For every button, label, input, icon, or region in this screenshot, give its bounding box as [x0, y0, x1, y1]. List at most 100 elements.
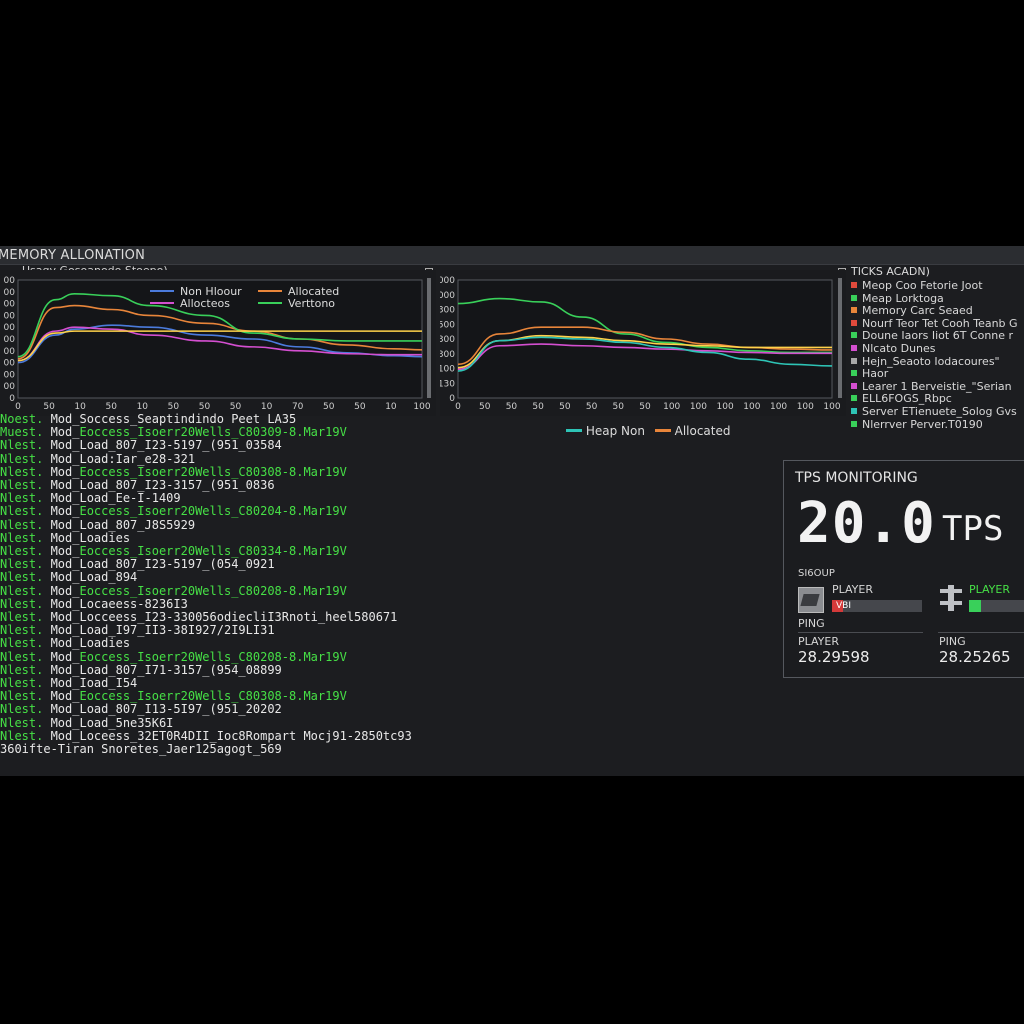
- log-line: Nlest. Mod_Eoccess_Isoerr20Wells_C80308-…: [0, 690, 347, 703]
- tick-legend-swatch: [851, 307, 857, 314]
- log-pre-text: Nlest.: [0, 438, 44, 453]
- divider-left: [798, 632, 923, 633]
- log-line: Nlest. Mod_Load:Iar_e28-321: [0, 451, 196, 466]
- tick-legend-label: Meap Lorktoga: [862, 291, 944, 305]
- tick-legend-item: Meap Lorktoga: [851, 292, 944, 305]
- log-hl-text: Eoccess_Isoerr20Wells_C80204-8.Mar19V: [79, 504, 347, 519]
- log-mid-text: Mod_Loadies: [43, 636, 131, 651]
- tick-legend-label: Haor: [862, 367, 889, 381]
- log-mid-text: Mod_: [43, 504, 80, 519]
- log-line: 360ifte-Tiran Snoretes_Jaer125agogt_569: [0, 743, 282, 756]
- right-chart-x-tick: 100: [690, 402, 707, 412]
- log-pre-text: Nlest.: [0, 583, 44, 598]
- log-line: Nlest. Mod_Load_807_I23-3157_(951_0836: [0, 479, 275, 492]
- log-line: Nlest. Mod_Locaeess-8236I3: [0, 597, 188, 611]
- tick-legend-item: Nlerrver Perver.T0190: [851, 418, 983, 431]
- player-badge: VBI: [836, 601, 851, 611]
- right-chart-panel: 1000100030050030030010013000505050505050…: [440, 270, 846, 416]
- log-pre-text: Nlest.: [0, 676, 44, 690]
- tick-legend-swatch: [851, 408, 857, 414]
- right-chart-x-tick: 50: [586, 402, 598, 412]
- tick-legend-item: Hejn_Seaoto Iodacoures": [851, 355, 1000, 368]
- left-chart-y-tick: 00: [4, 288, 16, 298]
- left-chart-y-tick: 00: [4, 311, 16, 321]
- left-chart-x-tick: 50: [354, 402, 366, 412]
- right-chart-y-tick: 1000: [440, 276, 455, 286]
- ping-label-left: PING: [798, 617, 825, 630]
- log-pre-text: Nlest.: [0, 649, 44, 664]
- log-mid-text: Mod_Load_I97_II3-38I927/2I9LI31: [43, 623, 275, 638]
- right-chart-legend: Heap Non Allocated: [566, 424, 730, 438]
- legend-label-heap: Heap Non: [585, 424, 645, 438]
- log-mid-text: Mod_Load_894: [43, 570, 138, 585]
- log-mid-text: Mod_: [43, 649, 80, 664]
- right-chart-x-tick: 0: [455, 402, 461, 412]
- log-line: Nlest. Mod_Eoccess_Isoerr20Wells_C80208-…: [0, 649, 347, 664]
- log-mid-text: Mod_Load_807_I13-5I97_(951_20202: [43, 702, 282, 717]
- log-line: Nlest. Mod_Eoccess_Isoerr20Wells_C80334-…: [0, 545, 347, 558]
- log-line: Nlest. Mod_Ioad_I54: [0, 677, 137, 690]
- log-mid-text: Mod_Load_807_I23-5197_(951_03584: [43, 438, 282, 453]
- right-memory-chart: 1000100030050030030010013000505050505050…: [440, 276, 841, 412]
- tick-legend-swatch: [851, 395, 857, 402]
- tick-legend-item: Nourf Teor Tet Cooh Teanb G: [851, 317, 1018, 330]
- tick-legend-label: Server ETienuete_Solog Gvs: [862, 405, 1017, 418]
- tick-legend-label: Hejn_Seaoto Iodacoures": [862, 354, 1000, 368]
- right-chart-y-tick: 300: [440, 350, 455, 360]
- log-line: Nlest. Mod_Load_894: [0, 571, 137, 584]
- right-chart-x-tick: 50: [532, 402, 544, 412]
- log-pre-text: Nlest.: [0, 689, 44, 704]
- log-line: Nlest. Mod_Loadies: [0, 637, 130, 650]
- log-mid-text: Mod_Loceess_32ET0R4DII_Ioc8Rompart Mocj9…: [43, 728, 412, 743]
- player-bar-left: VBI: [832, 600, 922, 612]
- log-mid-text: Mod_Load:Iar_e28-321: [43, 451, 196, 466]
- log-mid-text: Mod_Load_807_I23-3157_(951_0836: [43, 478, 275, 492]
- tick-legend-swatch: [851, 357, 857, 364]
- log-mid-text: Mod_Loadies: [43, 530, 131, 545]
- log-mid-text: Mod_Load_807_J8S5929: [43, 517, 196, 532]
- tick-legend-swatch: [851, 319, 857, 326]
- tick-legend-item: Learer 1 Berveistie_"Serian: [851, 380, 1012, 393]
- tick-legend-item: Meop Coo Fetorie Joot: [851, 279, 983, 292]
- tick-legend-swatch: [851, 332, 857, 339]
- right-chart-x-tick: 50: [613, 402, 625, 412]
- divider-right: [938, 632, 1024, 633]
- left-chart-x-tick: 100: [413, 402, 430, 412]
- left-chart-scrollbar[interactable]: [427, 278, 431, 398]
- left-chart-x-tick: 50: [230, 402, 242, 412]
- log-mid-text: 360ifte-Tiran Snoretes_Jaer125agogt_569: [0, 742, 282, 756]
- tick-legend-swatch: [851, 282, 857, 288]
- tick-legend-item: Doune Iaors Iiot 6T Conne r: [851, 329, 1013, 342]
- left-chart-x-tick: 50: [106, 402, 118, 412]
- left-chart-y-tick: 00: [4, 359, 16, 369]
- log-pre-text: Nlest.: [0, 478, 44, 492]
- log-mid-text: Mod_Locceess_I23-330056odiecliI3Rnoti_he…: [43, 610, 398, 624]
- legend-label-allocated: Allocated: [674, 424, 731, 438]
- right-chart-y-tick: 300: [440, 306, 455, 316]
- log-mid-text: Mod_: [43, 464, 80, 479]
- ping-label-right: PING: [939, 635, 966, 648]
- tick-legend-label: Nourf Teor Tet Cooh Teanb G: [862, 316, 1018, 330]
- tick-legend-label: Nlcato Dunes: [862, 342, 936, 355]
- log-mid-text: Mod_Load_5ne35K6I: [43, 715, 174, 730]
- tps-title: TPS MONITORING: [795, 470, 918, 486]
- left-chart-y-tick: 00: [4, 276, 16, 286]
- left-memory-chart: 0000000000000000000000 50 10 50 10 50 50 50 10 70…: [4, 276, 431, 412]
- right-chart-scrollbar[interactable]: [838, 278, 842, 398]
- log-pre-text: Nlest.: [0, 715, 44, 730]
- left-chart-x-tick: 50: [323, 402, 335, 412]
- log-pre-text: Nlest.: [0, 464, 44, 479]
- right-chart-x-tick: 100: [743, 402, 760, 412]
- left-chart-x-tick: 10: [74, 402, 86, 412]
- player-bar-right-fill: [969, 600, 981, 612]
- left-chart-x-tick: 10: [261, 402, 273, 412]
- log-line: Nlest. Mod_Eoccess_Isoerr20Wells_C80204-…: [0, 505, 347, 518]
- right-chart-y-tick: 1000: [440, 291, 455, 301]
- log-pre-text: Nlest.: [0, 517, 44, 532]
- left-chart-x-tick: 50: [199, 402, 211, 412]
- log-line: Nlest. Mod_Load_5ne35K6I: [0, 715, 174, 730]
- log-pre-text: Nlest.: [0, 557, 44, 572]
- tick-legend-swatch: [851, 370, 857, 377]
- tick-legend-item: Memory Carc Seaed: [851, 304, 973, 317]
- tick-legend-label: Meop Coo Fetorie Joot: [862, 279, 983, 292]
